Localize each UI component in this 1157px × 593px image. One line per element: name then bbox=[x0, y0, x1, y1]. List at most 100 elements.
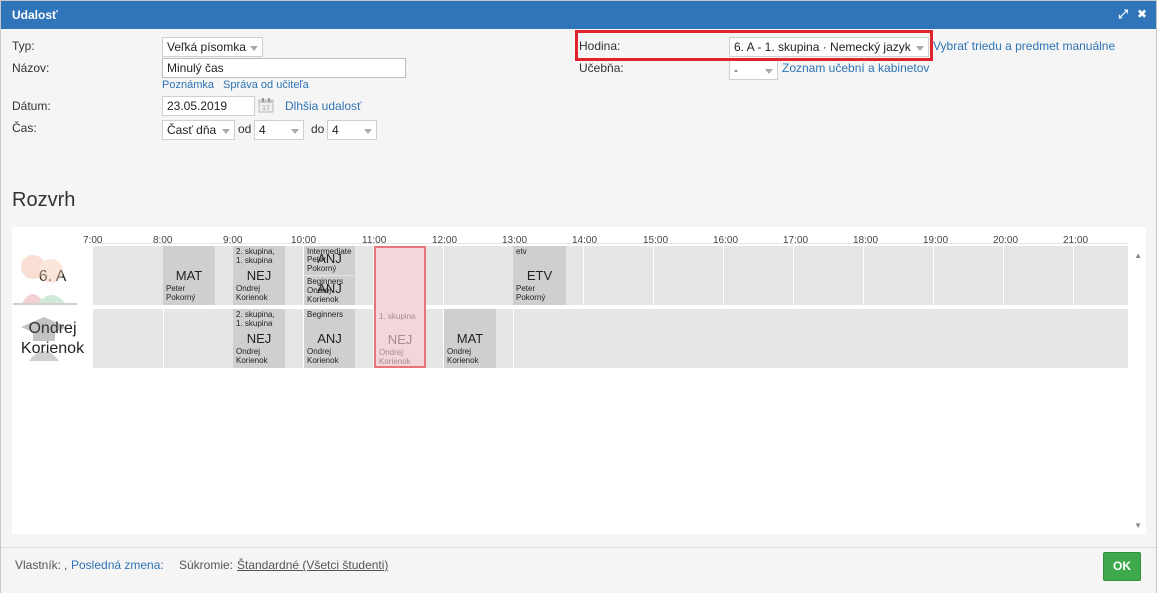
lesson-group: 2. skupina, 1. skupina bbox=[236, 310, 275, 328]
hour-label: 16:00 bbox=[713, 235, 739, 246]
do-label: do bbox=[311, 122, 325, 136]
dialog-footer: Vlastník: , Posledná zmena: Súkromie: Št… bbox=[1, 547, 1156, 593]
scroll-down-icon[interactable]: ▼ bbox=[1134, 521, 1142, 530]
close-icon[interactable]: ✖ bbox=[1134, 6, 1150, 22]
lesson-card[interactable]: 2. skupina, 1. skupina NEJ Ondrej Korien… bbox=[233, 309, 285, 368]
lesson-teacher: Ondrej Korienok bbox=[307, 347, 339, 365]
lesson-subject: ETV bbox=[526, 268, 553, 283]
grid-line bbox=[513, 309, 514, 368]
sukromie-label: Súkromie: bbox=[179, 558, 234, 572]
posledna-zmena-link[interactable]: Posledná zmena: bbox=[71, 558, 164, 572]
ucebna-select[interactable]: - bbox=[729, 60, 778, 80]
hour-label: 14:00 bbox=[572, 235, 598, 246]
schedule-row-teacher: 2. skupina, 1. skupina NEJ Ondrej Korien… bbox=[93, 246, 1128, 368]
selected-lesson-card[interactable]: 1. skupina NEJ Ondrej Korienok bbox=[374, 246, 426, 368]
lesson-group: Beginners bbox=[307, 310, 344, 319]
hour-label: 15:00 bbox=[643, 235, 669, 246]
lesson-card[interactable]: MAT Ondrej Korienok bbox=[444, 309, 496, 368]
lesson-subject: MAT bbox=[456, 331, 484, 346]
lesson-card[interactable]: Beginners ANJ Ondrej Korienok bbox=[304, 276, 355, 305]
hour-label: 12:00 bbox=[432, 235, 458, 246]
scroll-up-icon[interactable]: ▲ bbox=[1134, 251, 1142, 260]
lesson-subject: NEJ bbox=[246, 268, 272, 283]
calendar-icon[interactable]: 17 bbox=[258, 97, 274, 113]
lesson-card[interactable]: Beginners ANJ Ondrej Korienok bbox=[304, 309, 355, 368]
hour-label: 19:00 bbox=[923, 235, 949, 246]
hour-label: 21:00 bbox=[1063, 235, 1089, 246]
lesson-card[interactable]: MAT Peter Pokorný bbox=[163, 246, 215, 305]
vlastnik-value: , bbox=[64, 558, 68, 572]
lesson-teacher: Ondrej Korienok bbox=[379, 348, 411, 366]
lesson-group: 1. skupina bbox=[379, 312, 416, 321]
vybrat-manualne-link[interactable]: Vybrať triedu a predmet manuálne bbox=[933, 39, 1115, 53]
grid-line bbox=[583, 246, 584, 305]
typ-label: Typ: bbox=[12, 39, 35, 53]
lesson-teacher: Ondrej Korienok bbox=[307, 286, 339, 304]
dlhsia-udalost-link[interactable]: Dlhšia udalosť bbox=[285, 99, 362, 113]
nazov-label: Názov: bbox=[12, 61, 50, 75]
grid-line bbox=[863, 246, 864, 305]
hour-label: 9:00 bbox=[223, 235, 243, 246]
expand-icon[interactable]: ⤢ bbox=[1115, 6, 1131, 22]
datum-input[interactable]: 23.05.2019 bbox=[162, 96, 255, 116]
cas-select[interactable]: Časť dňa bbox=[162, 120, 235, 140]
lesson-teacher: Ondrej Korienok bbox=[236, 284, 268, 302]
hour-label: 20:00 bbox=[993, 235, 1019, 246]
schedule-row-class: MAT Peter Pokorný 2. skupina, 1. skupina… bbox=[93, 246, 1128, 305]
lesson-card[interactable]: Intermediate ANJ Peter Pokorný bbox=[304, 246, 355, 275]
row-label-class: 6. A bbox=[38, 268, 67, 285]
dialog-titlebar: Udalosť ⤢ ✖ bbox=[1, 1, 1156, 29]
axis-divider bbox=[93, 243, 1128, 244]
vlastnik-label: Vlastník: bbox=[15, 558, 62, 572]
dialog-title: Udalosť bbox=[12, 8, 58, 22]
od-select[interactable]: 4 bbox=[254, 120, 304, 140]
grid-line bbox=[793, 246, 794, 305]
lesson-card[interactable]: etv ETV Peter Pokorný bbox=[513, 246, 566, 305]
lesson-teacher: Peter Pokorný bbox=[516, 284, 546, 302]
grid-line bbox=[933, 246, 934, 305]
hour-label: 11:00 bbox=[362, 235, 387, 246]
od-label: od bbox=[238, 122, 252, 136]
hour-label: 13:00 bbox=[502, 235, 528, 246]
lesson-subject: ANJ bbox=[317, 331, 342, 346]
ok-button[interactable]: OK bbox=[1103, 552, 1141, 581]
lesson-group: etv bbox=[516, 247, 527, 256]
lesson-teacher: Ondrej Korienok bbox=[236, 347, 268, 365]
zoznam-ucebni-link[interactable]: Zoznam učební a kabinetov bbox=[782, 61, 929, 75]
hour-label: 10:00 bbox=[291, 235, 317, 246]
hodina-highlight-box bbox=[575, 30, 933, 61]
lesson-subject: NEJ bbox=[246, 331, 272, 346]
lesson-card[interactable]: 2. skupina, 1. skupina NEJ Ondrej Korien… bbox=[233, 246, 285, 305]
grid-line bbox=[653, 246, 654, 305]
row-label-teacher: Ondrej Korienok bbox=[20, 320, 85, 357]
schedule-grid: 7:00 8:00 9:00 10:00 11:00 12:00 13:00 1… bbox=[12, 227, 1146, 534]
event-dialog: Udalosť ⤢ ✖ Typ: Veľká písomka Názov: Mi… bbox=[0, 0, 1157, 593]
lesson-subject: MAT bbox=[175, 268, 203, 283]
lesson-group: 2. skupina, 1. skupina bbox=[236, 247, 275, 265]
grid-line bbox=[1003, 246, 1004, 305]
sprava-link[interactable]: Správa od učiteľa bbox=[223, 79, 309, 91]
hour-label: 8:00 bbox=[153, 235, 173, 246]
cas-label: Čas: bbox=[12, 121, 37, 135]
nazov-input[interactable]: Minulý čas bbox=[162, 58, 406, 78]
schedule-title: Rozvrh bbox=[12, 189, 76, 211]
lesson-subject: NEJ bbox=[387, 332, 413, 347]
lesson-teacher: Ondrej Korienok bbox=[447, 347, 479, 365]
typ-select[interactable]: Veľká písomka bbox=[162, 37, 263, 57]
poznamka-link[interactable]: Poznámka bbox=[162, 79, 214, 91]
ucebna-label: Učebňa: bbox=[579, 61, 624, 75]
svg-text:17: 17 bbox=[262, 105, 270, 112]
grid-line bbox=[1073, 246, 1074, 305]
hour-label: 17:00 bbox=[783, 235, 809, 246]
row-separator bbox=[93, 305, 1128, 307]
grid-line bbox=[723, 246, 724, 305]
hour-label: 18:00 bbox=[853, 235, 879, 246]
datum-label: Dátum: bbox=[12, 99, 51, 113]
grid-line bbox=[163, 309, 164, 368]
grid-line bbox=[443, 246, 444, 305]
lesson-teacher: Peter Pokorný bbox=[166, 284, 196, 302]
lesson-teacher: Peter Pokorný bbox=[307, 255, 337, 273]
sukromie-value-link[interactable]: Štandardné (Všetci študenti) bbox=[237, 558, 388, 572]
hour-label: 7:00 bbox=[83, 235, 103, 246]
do-select[interactable]: 4 bbox=[327, 120, 377, 140]
